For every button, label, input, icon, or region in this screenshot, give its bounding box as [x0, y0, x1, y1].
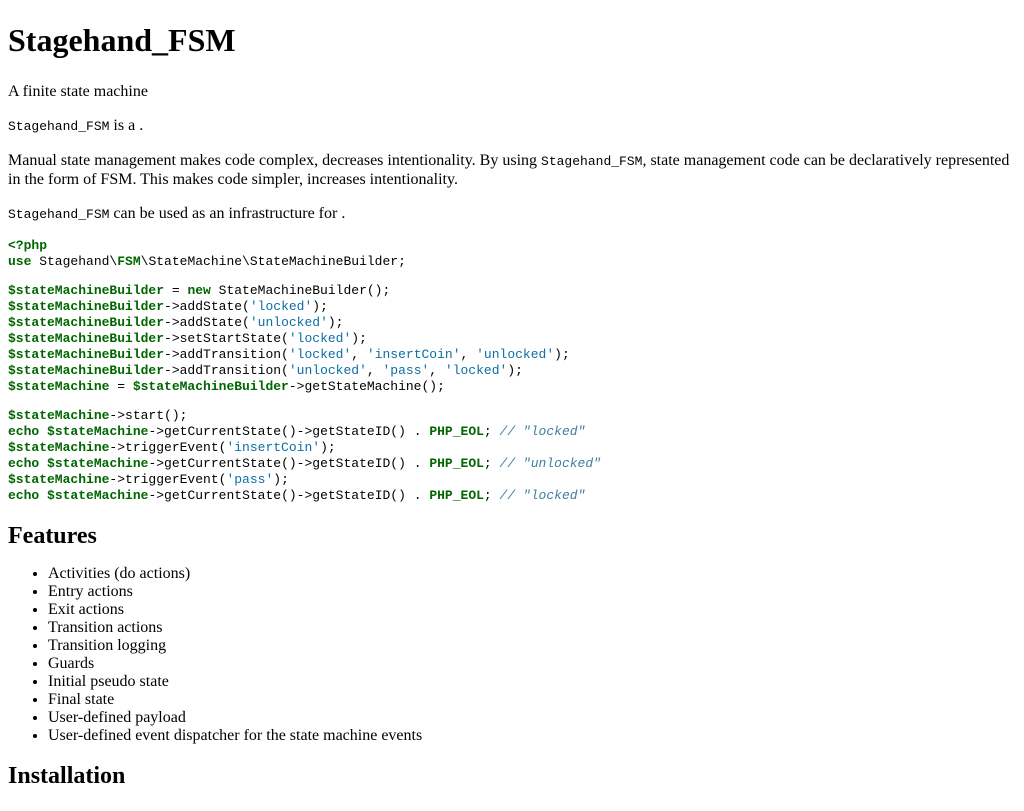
code-variable: $stateMachine	[8, 472, 110, 487]
php-open-tag: <?php	[8, 238, 48, 253]
code-keyword: echo	[8, 488, 40, 503]
list-item: Initial pseudo state	[48, 673, 1016, 691]
code-namespace: FSM	[117, 254, 141, 269]
inline-code: Stagehand_FSM	[8, 119, 110, 134]
code-variable: $stateMachine	[47, 488, 149, 503]
page-title: Stagehand_FSM	[8, 22, 236, 58]
code-variable: $stateMachine	[8, 408, 110, 423]
code-variable: $stateMachineBuilder	[8, 331, 165, 346]
list-item: Guards	[48, 655, 1016, 673]
code-constant: PHP_EOL	[429, 424, 484, 439]
list-item: Entry actions	[48, 583, 1016, 601]
infrastructure-text: can be used as an infrastructure for .	[109, 205, 346, 222]
code-string: 'unlocked'	[476, 347, 555, 362]
code-namespace: Stagehand\	[31, 254, 118, 269]
infrastructure-paragraph: Stagehand_FSM can be used as an infrastr…	[8, 205, 1016, 224]
manual-text-1: Manual state management makes code compl…	[8, 152, 542, 169]
inline-code: Stagehand_FSM	[541, 154, 643, 169]
code-keyword: echo	[8, 456, 40, 471]
list-item: Final state	[48, 691, 1016, 709]
code-variable: $stateMachine	[47, 424, 149, 439]
description-paragraph: Stagehand_FSM is a .	[8, 117, 1016, 136]
code-variable: $stateMachineBuilder	[8, 315, 165, 330]
code-variable: $stateMachineBuilder	[8, 299, 165, 314]
code-keyword: use	[8, 254, 32, 269]
code-block-run: $stateMachine->start(); echo $stateMachi…	[8, 408, 601, 503]
code-string: 'pass'	[382, 363, 430, 378]
code-variable: $stateMachine	[47, 456, 149, 471]
code-string: 'unlocked'	[288, 363, 367, 378]
intro-text: A finite state machine	[8, 83, 148, 100]
code-string: 'locked'	[444, 363, 508, 378]
description-text: is a .	[109, 117, 144, 134]
list-item: Transition actions	[48, 619, 1016, 637]
code-string: 'insertCoin'	[366, 347, 461, 362]
list-item: Exit actions	[48, 601, 1016, 619]
code-block-use: <?php use Stagehand\FSM\StateMachine\Sta…	[8, 238, 1016, 270]
list-item: Activities (do actions)	[48, 565, 1016, 583]
code-variable: $stateMachine	[8, 440, 110, 455]
code-keyword: new	[187, 283, 211, 298]
code-string: 'locked'	[249, 299, 313, 314]
code-string: 'insertCoin'	[226, 440, 321, 455]
code-example: <?php use Stagehand\FSM\StateMachine\Sta…	[8, 238, 1016, 504]
code-constant: PHP_EOL	[429, 456, 484, 471]
code-variable: $stateMachineBuilder	[8, 283, 165, 298]
code-variable: $stateMachine	[8, 379, 110, 394]
code-comment: // "unlocked"	[499, 456, 601, 471]
readme-page: Stagehand_FSM A finite state machine Sta…	[0, 0, 1024, 790]
features-list: Activities (do actions) Entry actions Ex…	[8, 565, 1016, 745]
code-constant: PHP_EOL	[429, 488, 484, 503]
code-keyword: echo	[8, 424, 40, 439]
code-namespace: \StateMachine\StateMachineBuilder;	[140, 254, 406, 269]
code-string: 'pass'	[226, 472, 274, 487]
code-comment: // "locked"	[499, 488, 586, 503]
list-item: Transition logging	[48, 637, 1016, 655]
code-variable: $stateMachineBuilder	[132, 379, 289, 394]
code-string: 'locked'	[288, 331, 352, 346]
code-string: 'unlocked'	[249, 315, 328, 330]
features-heading: Features	[8, 523, 97, 549]
code-string: 'locked'	[288, 347, 352, 362]
code-variable: $stateMachineBuilder	[8, 363, 165, 378]
list-item: User-defined event dispatcher for the st…	[48, 727, 1016, 745]
code-comment: // "locked"	[499, 424, 586, 439]
code-variable: $stateMachineBuilder	[8, 347, 165, 362]
inline-code: Stagehand_FSM	[8, 207, 110, 222]
manual-paragraph: Manual state management makes code compl…	[8, 152, 1016, 189]
code-block-builder: $stateMachineBuilder = new StateMachineB…	[8, 283, 570, 394]
list-item: User-defined payload	[48, 709, 1016, 727]
installation-heading: Installation	[8, 763, 126, 789]
